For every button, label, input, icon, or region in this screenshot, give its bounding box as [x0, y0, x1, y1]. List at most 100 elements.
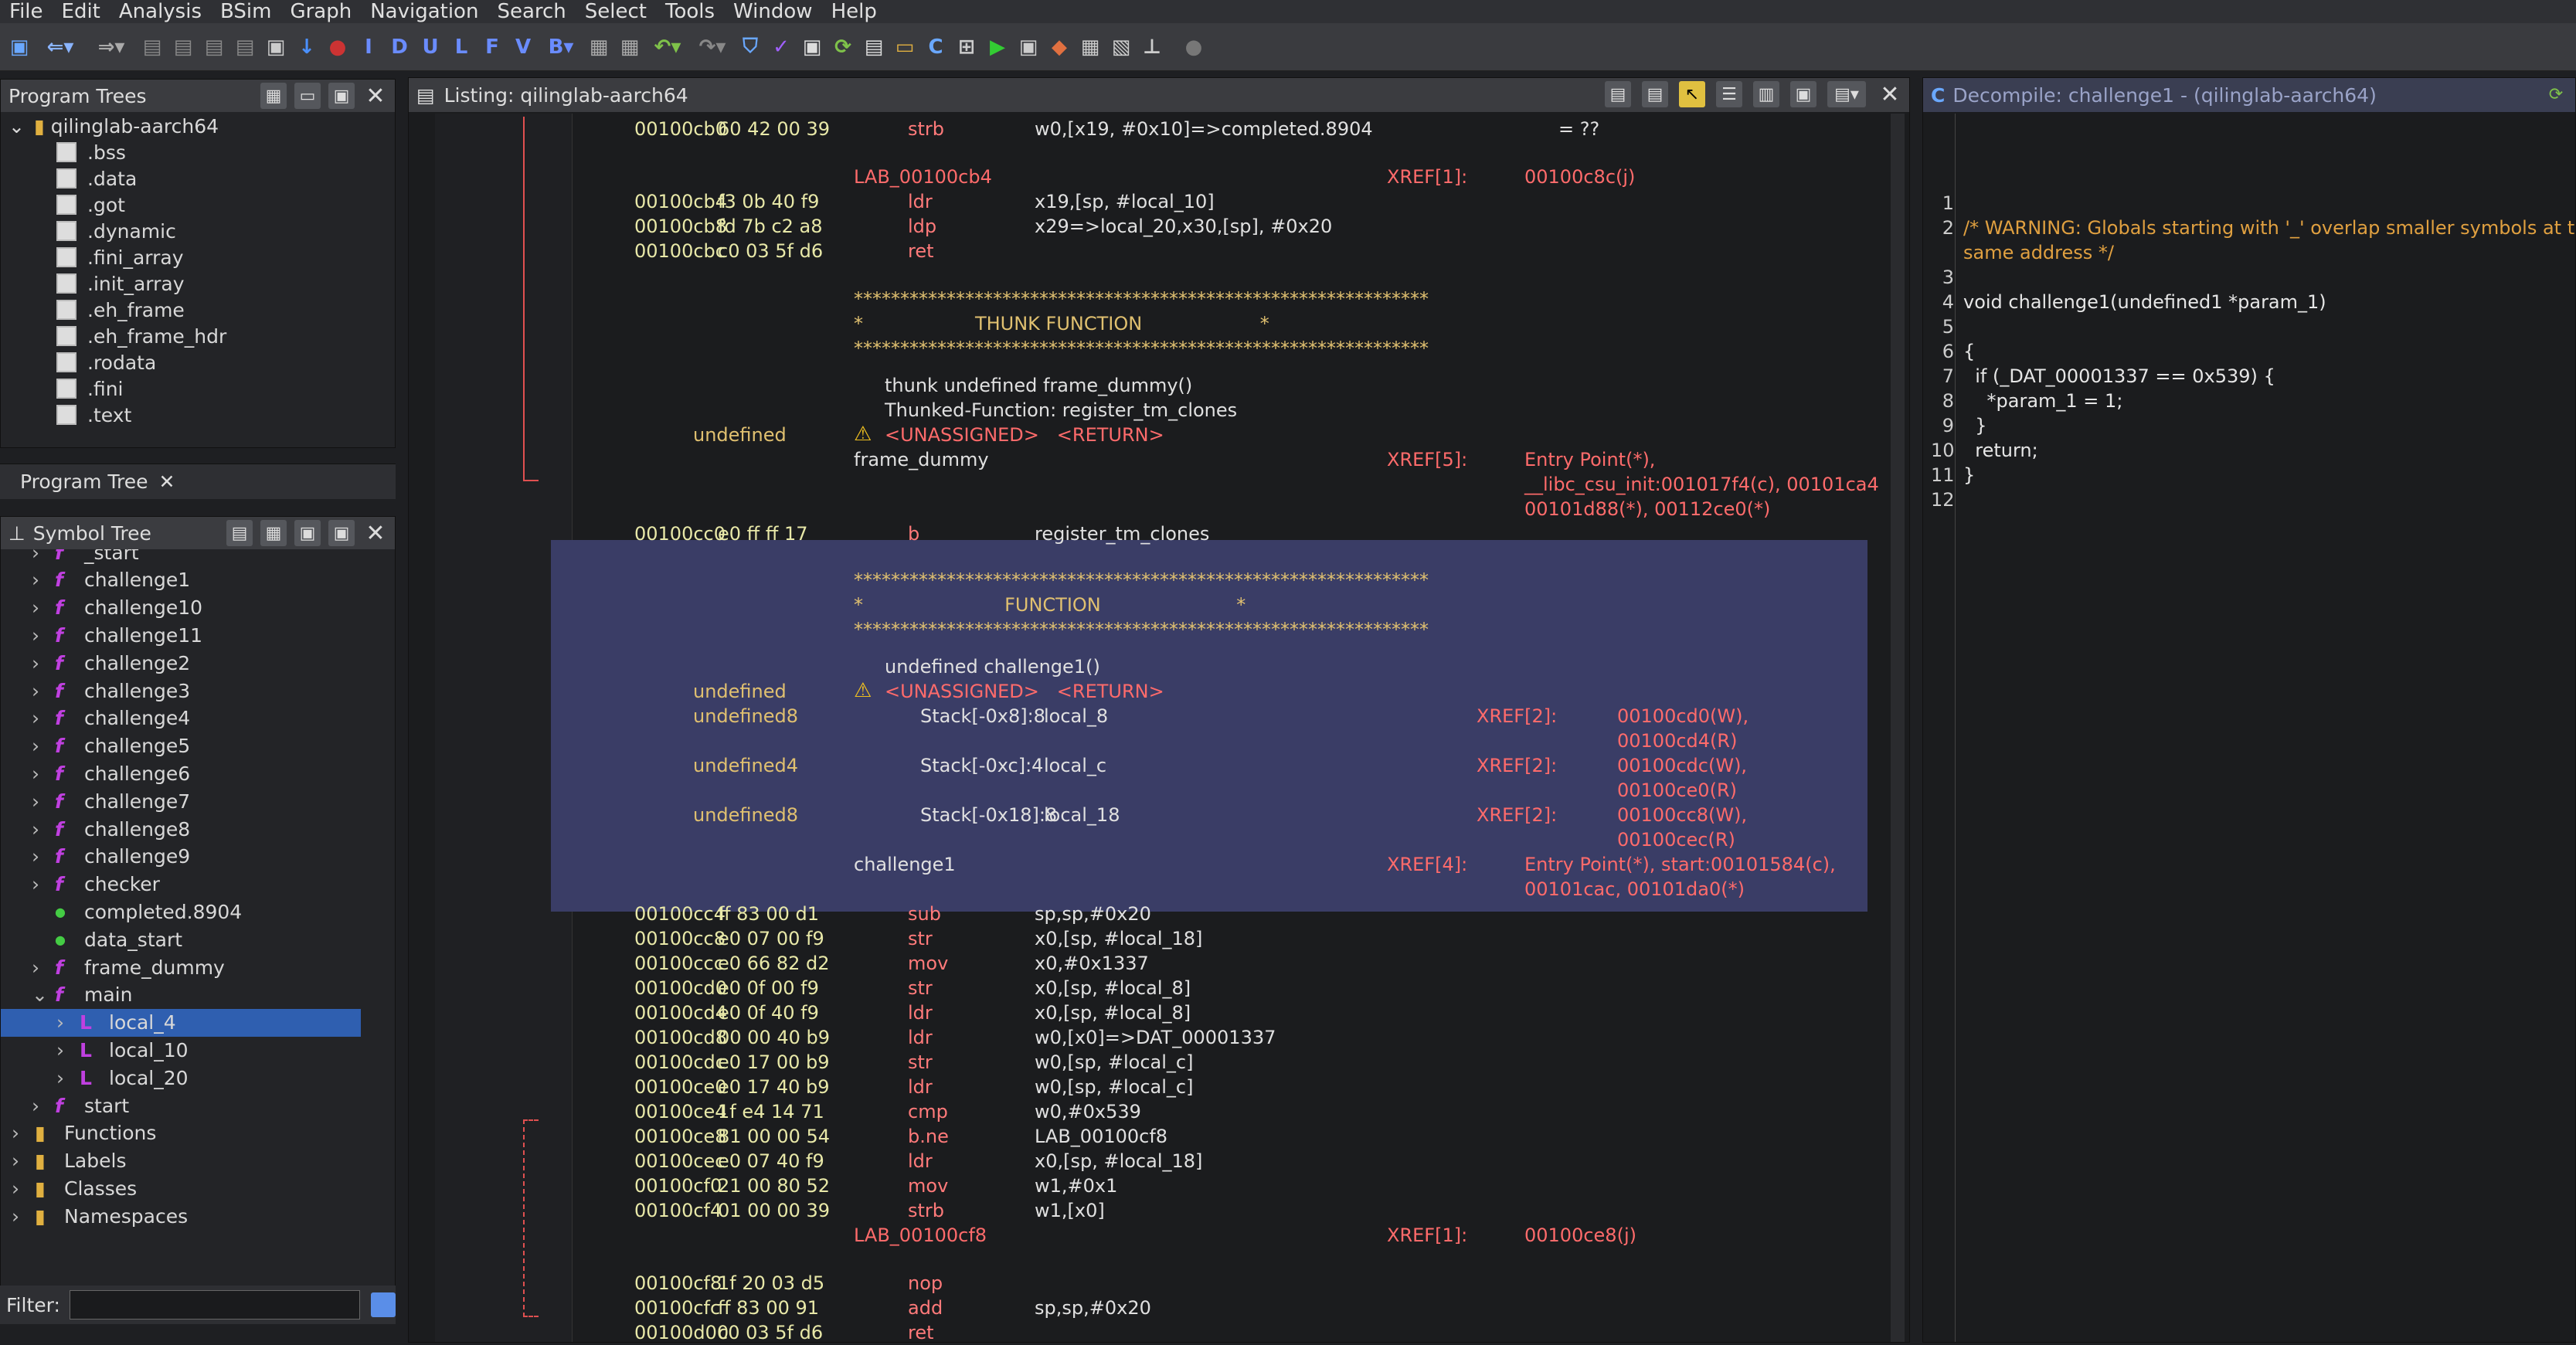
tree-section[interactable]: .rodata [56, 348, 156, 376]
menu-bsim[interactable]: BSim [211, 0, 280, 23]
nav-icon-4[interactable]: ▤ [232, 34, 258, 60]
image-icon[interactable]: ▧ [1108, 34, 1134, 60]
tool-icon-4[interactable]: ▤ [861, 34, 887, 60]
listing-scrollbar[interactable] [1891, 114, 1905, 1342]
symbol-action-icon-4[interactable]: ▣ [328, 520, 355, 546]
symbol-item[interactable]: ⌄ f main [32, 981, 364, 1009]
symbol-item[interactable]: › ▮ Functions [12, 1119, 364, 1147]
program-tree-tab[interactable]: Program Tree ✕ [0, 464, 396, 499]
tree-section[interactable]: .fini_array [56, 243, 184, 271]
close-icon[interactable]: ✕ [1877, 81, 1903, 108]
chevron-icon[interactable]: ⌄ [32, 983, 55, 1006]
menu-analysis[interactable]: Analysis [110, 0, 211, 23]
save-icon[interactable]: ▣ [6, 34, 32, 60]
function-icon[interactable]: F [479, 34, 505, 60]
forward-icon[interactable]: ⇒▾ [88, 34, 134, 60]
shield-icon[interactable]: ⛉ [737, 34, 763, 60]
chevron-icon[interactable]: › [32, 707, 55, 729]
chevron-icon[interactable]: › [32, 652, 55, 674]
chevron-icon[interactable]: › [32, 956, 55, 979]
bytes-icon[interactable]: B▾ [541, 34, 581, 60]
symbol-item[interactable]: › f challenge3 [32, 677, 364, 705]
chevron-icon[interactable]: › [12, 1177, 35, 1200]
symbol-item[interactable]: › f challenge4 [32, 705, 364, 732]
plugin-icon[interactable]: ● [1181, 34, 1207, 60]
chevron-icon[interactable]: › [32, 1095, 55, 1117]
stop-icon[interactable]: ● [325, 34, 351, 60]
menu-graph[interactable]: Graph [280, 0, 361, 23]
down-arrow-icon[interactable]: ↓ [294, 34, 320, 60]
symbol-action-icon-2[interactable]: ▦ [260, 520, 287, 546]
symbol-item[interactable]: › f challenge2 [32, 649, 364, 677]
nav-icon-1[interactable]: ▤ [139, 34, 165, 60]
terminal-icon[interactable]: ▣ [1015, 34, 1042, 60]
chevron-icon[interactable]: › [32, 735, 55, 757]
symbol-item[interactable]: › Llocal_20 [56, 1064, 364, 1092]
filter-options-icon[interactable] [371, 1292, 396, 1317]
nav-icon-5[interactable]: ▣ [263, 34, 289, 60]
tree-section[interactable]: .fini [56, 375, 123, 402]
instruction-icon[interactable]: I [355, 34, 382, 60]
chevron-icon[interactable]: › [32, 624, 55, 647]
tool-icon-3[interactable]: ▣ [799, 34, 825, 60]
symbol-item[interactable]: › Llocal_10 [56, 1036, 364, 1064]
menu-file[interactable]: File [0, 0, 53, 23]
chevron-icon[interactable]: › [32, 763, 55, 785]
graph-icon[interactable]: ⊞ [953, 34, 980, 60]
symbol-item[interactable]: › f _start [32, 549, 364, 566]
symbol-item[interactable]: › f challenge6 [32, 759, 364, 787]
symbol-item[interactable]: › f start [32, 1092, 364, 1119]
chevron-icon[interactable]: › [12, 1122, 35, 1144]
data-icon[interactable]: D [386, 34, 413, 60]
undefined-icon[interactable]: U [417, 34, 443, 60]
menu-search[interactable]: Search [488, 0, 575, 23]
tool-icon-1[interactable]: ▦ [586, 34, 612, 60]
menu-tools[interactable]: Tools [656, 0, 724, 23]
undo-icon[interactable]: ↶▾ [647, 34, 688, 60]
chevron-icon[interactable]: › [32, 873, 55, 895]
symbol-item[interactable]: ● data_start [32, 926, 364, 953]
symbol-item[interactable]: › f challenge1 [32, 566, 364, 594]
tree-section[interactable]: .text [56, 401, 131, 429]
tree-section[interactable]: .dynamic [56, 217, 176, 245]
symbol-item[interactable]: › f checker [32, 871, 364, 898]
chevron-icon[interactable]: › [32, 596, 55, 619]
open-folder-icon[interactable]: ▭ [294, 83, 321, 109]
close-tab-icon[interactable]: ✕ [159, 470, 175, 493]
expand-icon[interactable]: ⌄ [8, 115, 25, 138]
tree-action-icon[interactable]: ▣ [328, 83, 355, 109]
chevron-icon[interactable]: › [32, 790, 55, 813]
close-icon[interactable]: ✕ [362, 520, 389, 547]
refresh-icon[interactable]: ⟳ [830, 34, 856, 60]
redo-icon[interactable]: ↷▾ [692, 34, 732, 60]
symbol-item[interactable]: › ▮ Classes [12, 1174, 364, 1202]
symbol-item[interactable]: › f challenge5 [32, 732, 364, 760]
symbol-action-icon-3[interactable]: ▣ [294, 520, 321, 546]
new-tree-icon[interactable]: ▦ [260, 83, 287, 109]
tree-section[interactable]: .eh_frame_hdr [56, 322, 226, 350]
menu-navigation[interactable]: Navigation [361, 0, 488, 23]
tool-icon-2[interactable]: ▦ [617, 34, 643, 60]
symbol-item[interactable]: › f challenge9 [32, 843, 364, 871]
symbol-item[interactable]: › Llocal_4 [1, 1008, 361, 1037]
menu-window[interactable]: Window [724, 0, 822, 23]
filter-input[interactable] [69, 1290, 361, 1320]
chevron-icon[interactable]: › [32, 549, 55, 564]
symbol-item[interactable]: › f challenge7 [32, 787, 364, 815]
symbol-item[interactable]: › f challenge11 [32, 621, 364, 649]
check-icon[interactable]: ✓ [768, 34, 794, 60]
nav-icon-2[interactable]: ▤ [170, 34, 196, 60]
tree-section[interactable]: .got [56, 191, 125, 219]
table-icon[interactable]: ▦ [1077, 34, 1103, 60]
back-icon[interactable]: ⇐▾ [37, 34, 83, 60]
value-icon[interactable]: V [510, 34, 536, 60]
symbol-action-icon-1[interactable]: ▤ [226, 520, 253, 546]
symbol-item[interactable]: ● completed.8904 [32, 898, 364, 926]
chevron-icon[interactable]: › [12, 1150, 35, 1172]
chevron-icon[interactable]: › [32, 680, 55, 702]
folder-icon[interactable]: ▭ [892, 34, 918, 60]
menu-edit[interactable]: Edit [53, 0, 110, 23]
tree-section[interactable]: .init_array [56, 270, 185, 297]
chevron-icon[interactable]: › [32, 569, 55, 591]
chevron-icon[interactable]: › [32, 818, 55, 841]
